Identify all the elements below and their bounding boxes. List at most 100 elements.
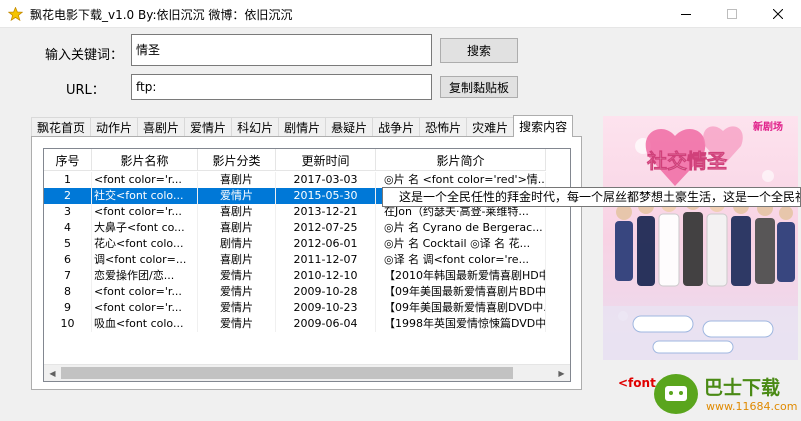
cell-date: 2015-05-30	[276, 188, 376, 204]
poster-title: 社交情圣	[646, 149, 728, 173]
column-header-category[interactable]: 影片分类	[198, 149, 276, 171]
site-watermark: 巴士下载 www.11684.com	[652, 368, 801, 421]
cell-category: 喜剧片	[198, 220, 276, 236]
cell-number: 8	[44, 284, 92, 300]
title-bar: 飘花电影下载_v1.0 By:依旧沉沉 微博：依旧沉沉	[0, 0, 801, 28]
cell-date: 2011-12-07	[276, 252, 376, 268]
tab-comedy[interactable]: 喜剧片	[137, 117, 186, 137]
category-tabs: 飘花首页 动作片 喜剧片 爱情片 科幻片 剧情片 悬疑片 战争片 恐怖片 灾难片…	[31, 115, 574, 137]
close-button[interactable]	[755, 0, 801, 28]
maximize-icon	[727, 9, 737, 19]
table-row[interactable]: 9 <font color='r... 爱情片 2009-10-23 【09年美国最新爱…	[44, 300, 546, 316]
cell-title: <font color='r...	[92, 284, 198, 300]
cell-number: 4	[44, 220, 92, 236]
poster-badge: 新剧场	[753, 120, 783, 133]
cell-title: 社交<font colo...	[92, 188, 198, 204]
minimize-button[interactable]	[663, 0, 709, 28]
cell-title: 调<font color=...	[92, 252, 198, 268]
table-row[interactable]: 7 恋爱操作团/恋... 爱情片 2010-12-10 【2010年韩国最新爱情喜剧HD…	[44, 268, 546, 284]
table-row[interactable]: 5 花心<font colo... 剧情片 2012-06-01 ◎片 名 Cockta…	[44, 236, 546, 252]
cell-category: 爱情片	[198, 268, 276, 284]
column-header-description[interactable]: 影片简介	[376, 149, 546, 171]
scroll-right-icon[interactable]: ▶	[553, 365, 570, 381]
table-row[interactable]: 6 调<font color=... 喜剧片 2011-12-07 ◎译 名 调<fon…	[44, 252, 546, 268]
horizontal-scrollbar[interactable]: ◀ ▶	[44, 364, 570, 381]
cell-description: 【09年美国最新爱情喜剧DVD中...	[376, 300, 546, 316]
movie-poster: 社交情圣 新剧场	[603, 116, 798, 360]
cell-description: ◎译 名 调<font color='re...	[376, 252, 546, 268]
cell-category: 爱情片	[198, 300, 276, 316]
column-header-title[interactable]: 影片名称	[92, 149, 198, 171]
scroll-left-icon[interactable]: ◀	[44, 365, 61, 381]
table-row[interactable]: 4 大鼻子<font co... 喜剧片 2012-07-25 ◎片 名 Cyrano …	[44, 220, 546, 236]
cell-description: ◎片 名 Cocktail ◎译 名 花...	[376, 236, 546, 252]
cell-number: 7	[44, 268, 92, 284]
cell-category: 爱情片	[198, 188, 276, 204]
cell-date: 2009-06-04	[276, 316, 376, 332]
keyword-label: 输入关键词：	[45, 48, 124, 63]
cell-category: 爱情片	[198, 316, 276, 332]
results-list[interactable]: 序号 影片名称 影片分类 更新时间 影片简介 1 <font color='r..…	[43, 148, 571, 382]
cell-category: 喜剧片	[198, 172, 276, 188]
cell-date: 2009-10-28	[276, 284, 376, 300]
watermark-title: 巴士下载	[704, 377, 781, 399]
cell-number: 6	[44, 252, 92, 268]
cell-description: ◎片 名 <font color='red'>情...	[376, 172, 546, 188]
table-row[interactable]: 8 <font color='r... 爱情片 2009-10-28 【09年美国最新爱…	[44, 284, 546, 300]
table-row[interactable]: 1 <font color='r... 喜剧片 2017-03-03 ◎片 名 <fon…	[44, 172, 546, 188]
cell-date: 2009-10-23	[276, 300, 376, 316]
tab-drama[interactable]: 剧情片	[278, 117, 327, 137]
preview-red-text: <font	[618, 376, 656, 390]
tab-home[interactable]: 飘花首页	[31, 117, 92, 137]
cell-description: 【2010年韩国最新爱情喜剧HD中...	[376, 268, 546, 284]
url-label: URL：	[66, 83, 105, 98]
cell-title: <font color='r...	[92, 172, 198, 188]
table-row[interactable]: 10 吸血<font colo... 爱情片 2009-06-04 【1998年英国爱情…	[44, 316, 546, 332]
cell-number: 5	[44, 236, 92, 252]
column-header-number[interactable]: 序号	[44, 149, 92, 171]
tab-search-results[interactable]: 搜索内容	[513, 115, 574, 137]
cell-number: 1	[44, 172, 92, 188]
minimize-icon	[681, 14, 691, 15]
search-results-panel: 序号 影片名称 影片分类 更新时间 影片简介 1 <font color='r..…	[31, 136, 582, 390]
star-icon	[8, 7, 23, 21]
tab-war[interactable]: 战争片	[372, 117, 421, 137]
maximize-button[interactable]	[709, 0, 755, 28]
cell-number: 9	[44, 300, 92, 316]
cell-category: 剧情片	[198, 236, 276, 252]
cell-description: ◎片 名 Cyrano de Bergerac...	[376, 220, 546, 236]
column-header-date[interactable]: 更新时间	[276, 149, 376, 171]
close-icon	[773, 9, 783, 19]
tab-disaster[interactable]: 灾难片	[466, 117, 515, 137]
tab-action[interactable]: 动作片	[90, 117, 139, 137]
watermark-url: www.11684.com	[706, 400, 798, 413]
cell-number: 10	[44, 316, 92, 332]
cell-title: <font color='r...	[92, 300, 198, 316]
cell-title: 恋爱操作团/恋...	[92, 268, 198, 284]
copy-clipboard-button[interactable]: 复制黏贴板	[440, 76, 518, 98]
search-button[interactable]: 搜索	[440, 38, 518, 63]
cell-number: 3	[44, 204, 92, 220]
tab-horror[interactable]: 恐怖片	[419, 117, 468, 137]
cell-category: 喜剧片	[198, 252, 276, 268]
cell-title: <font color='r...	[92, 204, 198, 220]
tab-scifi[interactable]: 科幻片	[231, 117, 280, 137]
cell-number: 2	[44, 188, 92, 204]
cell-category: 爱情片	[198, 284, 276, 300]
list-header: 序号 影片名称 影片分类 更新时间 影片简介	[44, 149, 546, 171]
cell-date: 2017-03-03	[276, 172, 376, 188]
scrollbar-thumb[interactable]	[61, 367, 513, 379]
keyword-input[interactable]: 情圣	[131, 34, 432, 66]
cell-date: 2012-07-25	[276, 220, 376, 236]
cell-title: 花心<font colo...	[92, 236, 198, 252]
cell-date: 2012-06-01	[276, 236, 376, 252]
cell-title: 吸血<font colo...	[92, 316, 198, 332]
cell-date: 2013-12-21	[276, 204, 376, 220]
url-input[interactable]: ftp:	[131, 74, 432, 100]
cell-date: 2010-12-10	[276, 268, 376, 284]
tab-suspense[interactable]: 悬疑片	[325, 117, 374, 137]
cell-title: 大鼻子<font co...	[92, 220, 198, 236]
tab-romance[interactable]: 爱情片	[184, 117, 233, 137]
cell-description: 【09年美国最新爱情喜剧片BD中...	[376, 284, 546, 300]
window-title: 飘花电影下载_v1.0 By:依旧沉沉 微博：依旧沉沉	[30, 8, 293, 22]
